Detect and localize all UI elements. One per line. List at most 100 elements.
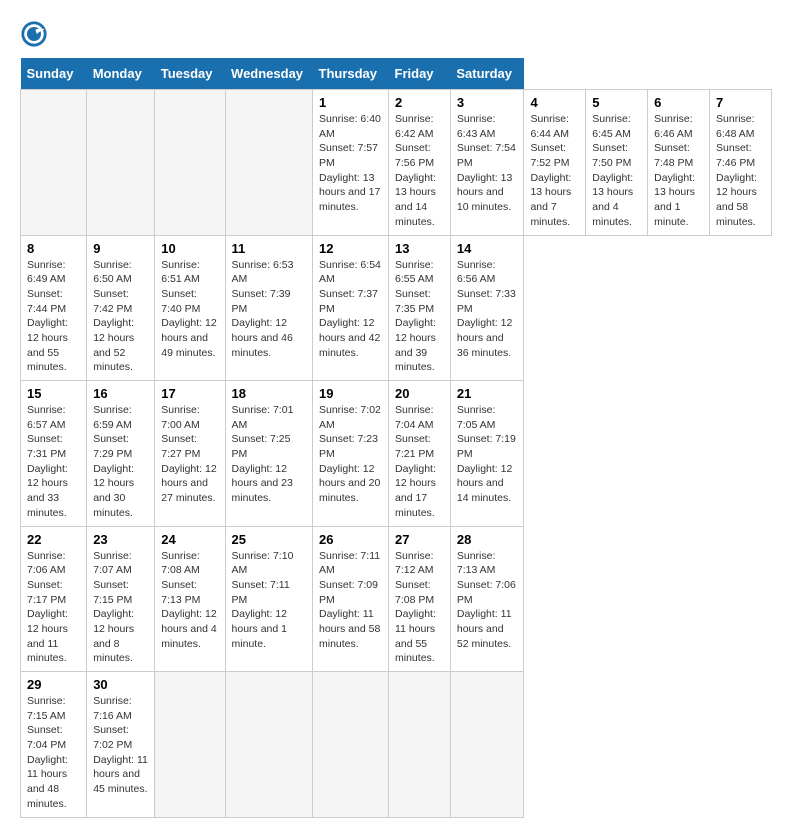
calendar-cell (225, 672, 312, 818)
day-info: Sunrise: 7:15 AMSunset: 7:04 PMDaylight:… (27, 694, 80, 812)
calendar-cell: 20 Sunrise: 7:04 AMSunset: 7:21 PMDayligh… (389, 381, 451, 527)
calendar-cell: 26 Sunrise: 7:11 AMSunset: 7:09 PMDayligh… (313, 526, 389, 672)
day-number: 13 (395, 241, 444, 256)
day-number: 19 (319, 386, 382, 401)
day-number: 16 (93, 386, 148, 401)
header-day-thursday: Thursday (313, 58, 389, 90)
day-info: Sunrise: 6:46 AMSunset: 7:48 PMDaylight:… (654, 112, 703, 230)
day-number: 3 (457, 95, 518, 110)
header-day-sunday: Sunday (21, 58, 87, 90)
logo-icon (20, 20, 48, 48)
day-info: Sunrise: 6:43 AMSunset: 7:54 PMDaylight:… (457, 112, 518, 215)
day-number: 5 (592, 95, 641, 110)
day-number: 11 (232, 241, 306, 256)
calendar-cell: 25Sunrise: 7:10 AMSunset: 7:11 PMDayligh… (225, 526, 312, 672)
calendar-cell: 12 Sunrise: 6:54 AMSunset: 7:37 PMDayligh… (313, 235, 389, 381)
logo (20, 20, 54, 48)
day-info: Sunrise: 6:59 AMSunset: 7:29 PMDaylight:… (93, 403, 148, 521)
day-info: Sunrise: 7:11 AMSunset: 7:09 PMDaylight:… (319, 549, 382, 652)
day-number: 6 (654, 95, 703, 110)
calendar-cell: 18 Sunrise: 7:01 AMSunset: 7:25 PMDayligh… (225, 381, 312, 527)
day-number: 9 (93, 241, 148, 256)
day-info: Sunrise: 6:49 AMSunset: 7:44 PMDaylight:… (27, 258, 80, 376)
calendar-cell (21, 90, 87, 236)
calendar-cell (389, 672, 451, 818)
calendar-cell: 23 Sunrise: 7:07 AMSunset: 7:15 PMDayligh… (87, 526, 155, 672)
calendar-cell: 14Sunrise: 6:56 AMSunset: 7:33 PMDayligh… (450, 235, 524, 381)
calendar-cell: 27 Sunrise: 7:12 AMSunset: 7:08 PMDayligh… (389, 526, 451, 672)
day-info: Sunrise: 7:04 AMSunset: 7:21 PMDaylight:… (395, 403, 444, 521)
day-info: Sunrise: 7:12 AMSunset: 7:08 PMDaylight:… (395, 549, 444, 667)
day-number: 2 (395, 95, 444, 110)
header-day-friday: Friday (389, 58, 451, 90)
day-info: Sunrise: 7:02 AMSunset: 7:23 PMDaylight:… (319, 403, 382, 506)
calendar-cell: 7Sunrise: 6:48 AMSunset: 7:46 PMDaylight… (710, 90, 772, 236)
calendar-cell: 5 Sunrise: 6:45 AMSunset: 7:50 PMDaylight… (586, 90, 648, 236)
day-number: 26 (319, 532, 382, 547)
day-info: Sunrise: 7:01 AMSunset: 7:25 PMDaylight:… (232, 403, 306, 506)
week-row-3: 15Sunrise: 6:57 AMSunset: 7:31 PMDayligh… (21, 381, 772, 527)
day-number: 27 (395, 532, 444, 547)
calendar-cell: 17Sunrise: 7:00 AMSunset: 7:27 PMDayligh… (155, 381, 225, 527)
calendar-cell: 28 Sunrise: 7:13 AMSunset: 7:06 PMDayligh… (450, 526, 524, 672)
calendar-cell: 10 Sunrise: 6:51 AMSunset: 7:40 PMDayligh… (155, 235, 225, 381)
calendar-cell: 1 Sunrise: 6:40 AMSunset: 7:57 PMDaylight… (313, 90, 389, 236)
calendar-cell: 21Sunrise: 7:05 AMSunset: 7:19 PMDayligh… (450, 381, 524, 527)
calendar-cell: 15Sunrise: 6:57 AMSunset: 7:31 PMDayligh… (21, 381, 87, 527)
day-number: 17 (161, 386, 218, 401)
calendar-cell (313, 672, 389, 818)
calendar-cell (450, 672, 524, 818)
calendar-cell: 16 Sunrise: 6:59 AMSunset: 7:29 PMDayligh… (87, 381, 155, 527)
day-number: 12 (319, 241, 382, 256)
day-info: Sunrise: 7:10 AMSunset: 7:11 PMDaylight:… (232, 549, 306, 652)
day-number: 24 (161, 532, 218, 547)
calendar-cell (87, 90, 155, 236)
day-info: Sunrise: 7:07 AMSunset: 7:15 PMDaylight:… (93, 549, 148, 667)
day-number: 10 (161, 241, 218, 256)
calendar-cell: 24Sunrise: 7:08 AMSunset: 7:13 PMDayligh… (155, 526, 225, 672)
day-number: 29 (27, 677, 80, 692)
day-info: Sunrise: 6:53 AMSunset: 7:39 PMDaylight:… (232, 258, 306, 361)
header-day-monday: Monday (87, 58, 155, 90)
header-day-wednesday: Wednesday (225, 58, 312, 90)
day-number: 1 (319, 95, 382, 110)
day-number: 14 (457, 241, 518, 256)
day-number: 20 (395, 386, 444, 401)
day-info: Sunrise: 7:16 AMSunset: 7:02 PMDaylight:… (93, 694, 148, 797)
calendar-cell (155, 90, 225, 236)
day-info: Sunrise: 6:42 AMSunset: 7:56 PMDaylight:… (395, 112, 444, 230)
day-info: Sunrise: 6:54 AMSunset: 7:37 PMDaylight:… (319, 258, 382, 361)
day-number: 28 (457, 532, 518, 547)
calendar-cell: 11 Sunrise: 6:53 AMSunset: 7:39 PMDayligh… (225, 235, 312, 381)
day-info: Sunrise: 6:45 AMSunset: 7:50 PMDaylight:… (592, 112, 641, 230)
calendar-cell: 8 Sunrise: 6:49 AMSunset: 7:44 PMDaylight… (21, 235, 87, 381)
day-number: 18 (232, 386, 306, 401)
week-row-2: 8 Sunrise: 6:49 AMSunset: 7:44 PMDaylight… (21, 235, 772, 381)
calendar-cell: 2 Sunrise: 6:42 AMSunset: 7:56 PMDaylight… (389, 90, 451, 236)
calendar-table: SundayMondayTuesdayWednesdayThursdayFrid… (20, 58, 772, 818)
day-info: Sunrise: 6:50 AMSunset: 7:42 PMDaylight:… (93, 258, 148, 376)
day-number: 23 (93, 532, 148, 547)
calendar-cell (225, 90, 312, 236)
day-info: Sunrise: 6:40 AMSunset: 7:57 PMDaylight:… (319, 112, 382, 215)
week-row-4: 22Sunrise: 7:06 AMSunset: 7:17 PMDayligh… (21, 526, 772, 672)
calendar-cell: 30Sunrise: 7:16 AMSunset: 7:02 PMDayligh… (87, 672, 155, 818)
day-info: Sunrise: 6:48 AMSunset: 7:46 PMDaylight:… (716, 112, 765, 230)
calendar-cell: 9 Sunrise: 6:50 AMSunset: 7:42 PMDaylight… (87, 235, 155, 381)
day-number: 8 (27, 241, 80, 256)
calendar-cell: 6 Sunrise: 6:46 AMSunset: 7:48 PMDaylight… (648, 90, 710, 236)
day-number: 4 (530, 95, 579, 110)
day-info: Sunrise: 6:51 AMSunset: 7:40 PMDaylight:… (161, 258, 218, 361)
week-row-1: 1 Sunrise: 6:40 AMSunset: 7:57 PMDaylight… (21, 90, 772, 236)
day-number: 21 (457, 386, 518, 401)
week-row-5: 29 Sunrise: 7:15 AMSunset: 7:04 PMDayligh… (21, 672, 772, 818)
day-info: Sunrise: 6:44 AMSunset: 7:52 PMDaylight:… (530, 112, 579, 230)
calendar-cell (155, 672, 225, 818)
day-info: Sunrise: 7:13 AMSunset: 7:06 PMDaylight:… (457, 549, 518, 652)
day-number: 22 (27, 532, 80, 547)
calendar-cell: 19 Sunrise: 7:02 AMSunset: 7:23 PMDayligh… (313, 381, 389, 527)
calendar-header-row: SundayMondayTuesdayWednesdayThursdayFrid… (21, 58, 772, 90)
header-day-tuesday: Tuesday (155, 58, 225, 90)
page-header (20, 20, 772, 48)
calendar-cell: 4 Sunrise: 6:44 AMSunset: 7:52 PMDaylight… (524, 90, 586, 236)
